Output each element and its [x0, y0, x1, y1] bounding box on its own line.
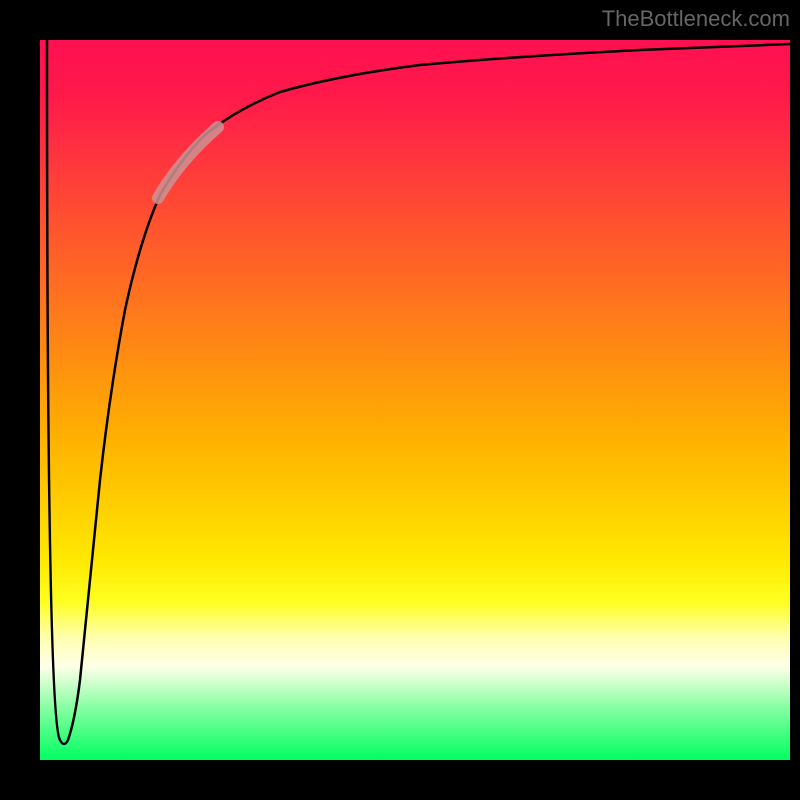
curve-segment-up	[68, 44, 790, 740]
plot-area	[40, 40, 790, 760]
highlight-segment	[158, 127, 218, 198]
attribution-text: TheBottleneck.com	[602, 6, 790, 32]
chart-curve-svg	[40, 40, 790, 760]
curve-segment-down	[47, 40, 68, 744]
